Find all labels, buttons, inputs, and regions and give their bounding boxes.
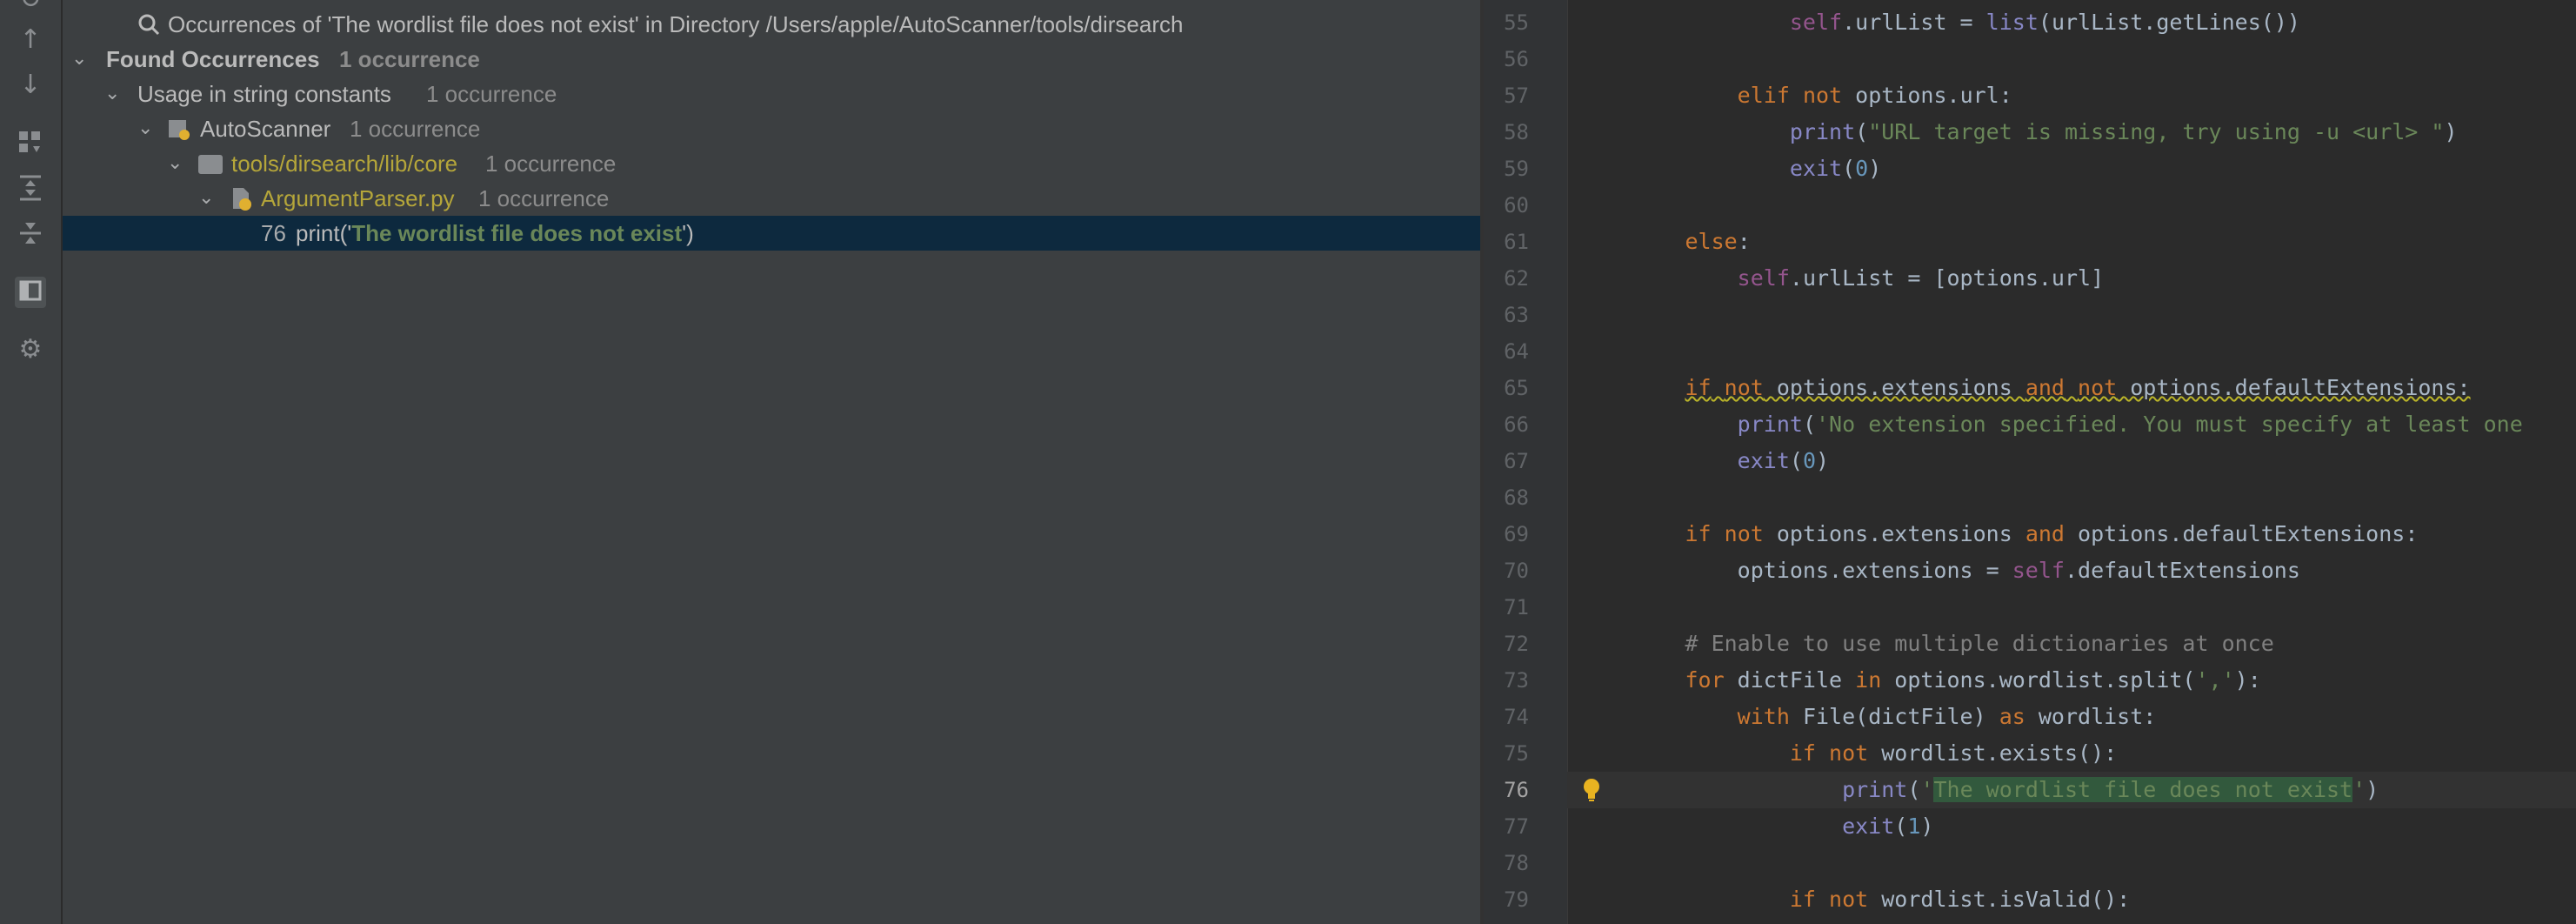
- query-row: Occurrences of 'The wordlist file does n…: [63, 7, 1480, 42]
- collapse-all-icon[interactable]: [15, 219, 46, 251]
- directory-count: 1 occurrence: [485, 151, 617, 177]
- result-suffix: '): [682, 220, 694, 246]
- preview-icon[interactable]: [15, 277, 46, 308]
- chevron-down-icon[interactable]: ⌄: [198, 181, 214, 216]
- line-number: 72: [1504, 632, 1529, 656]
- found-occurrences-node[interactable]: ⌄ Found Occurrences 1 occurrence: [63, 42, 1480, 77]
- project-node[interactable]: ⌄ AutoScanner 1 occurrence: [63, 111, 1480, 146]
- line-number: 60: [1504, 193, 1529, 218]
- line-number: 68: [1504, 485, 1529, 510]
- chevron-down-icon[interactable]: ⌄: [167, 146, 183, 181]
- directory-node[interactable]: ⌄ tools/dirsearch/lib/core 1 occurrence: [63, 146, 1480, 181]
- code-line[interactable]: if not wordlist.exists():: [1567, 735, 2576, 772]
- found-label: Found Occurrences: [106, 46, 320, 72]
- line-number: 58: [1504, 120, 1529, 144]
- file-node[interactable]: ⌄ ArgumentParser.py 1 occurrence: [63, 181, 1480, 216]
- directory-label: tools/dirsearch/lib/core: [231, 151, 458, 177]
- code-line[interactable]: print("URL target is missing, try using …: [1567, 114, 2576, 151]
- code-line[interactable]: [1567, 297, 2576, 333]
- code-line[interactable]: if not options.extensions and not option…: [1567, 370, 2576, 406]
- line-number: 75: [1504, 741, 1529, 766]
- line-gutter: 55 56 57 58 59 60 61 62 63 64 65 66 67 68 69 70 71 72 73 74…: [1484, 0, 1568, 924]
- code-line[interactable]: [1567, 845, 2576, 881]
- project-count: 1 occurrence: [350, 116, 481, 142]
- line-number: 64: [1504, 339, 1529, 364]
- code-line[interactable]: # Enable to use multiple dictionaries at…: [1567, 626, 2576, 662]
- line-number: 67: [1504, 449, 1529, 473]
- line-number: 76: [1504, 778, 1529, 802]
- up-arrow-icon[interactable]: ↑: [15, 24, 46, 56]
- code-line[interactable]: print('No extension specified. You must …: [1567, 406, 2576, 443]
- line-number: 55: [1504, 10, 1529, 35]
- line-number: 66: [1504, 412, 1529, 437]
- code-line[interactable]: exit(0): [1567, 151, 2576, 187]
- code-line[interactable]: with File(dictFile) as wordlist:: [1567, 699, 2576, 735]
- code-line[interactable]: [1567, 41, 2576, 77]
- line-number: 57: [1504, 84, 1529, 108]
- code-line[interactable]: else:: [1567, 224, 2576, 260]
- code-editor[interactable]: 55 56 57 58 59 60 61 62 63 64 65 66 67 68 69 70 71 72 73 74…: [1484, 0, 2576, 924]
- result-text: print('The wordlist file does not exist'…: [296, 216, 694, 251]
- line-number: 78: [1504, 851, 1529, 875]
- down-arrow-icon[interactable]: ↓: [15, 70, 46, 101]
- line-number: 74: [1504, 705, 1529, 729]
- settings-icon[interactable]: ⚙: [15, 334, 46, 365]
- find-toolbar: ↻ ↑ ↓ ⚙: [0, 0, 63, 924]
- result-match: The wordlist file does not exist: [351, 220, 683, 246]
- code-line[interactable]: if not wordlist.isValid():: [1567, 881, 2576, 918]
- found-count: 1 occurrence: [339, 46, 480, 72]
- group-label: Usage in string constants: [137, 81, 391, 107]
- code-line[interactable]: exit(1): [1567, 808, 2576, 845]
- result-row[interactable]: 76 print('The wordlist file does not exi…: [63, 216, 1480, 251]
- code-line[interactable]: if not options.extensions and options.de…: [1567, 516, 2576, 552]
- line-number: 56: [1504, 47, 1529, 71]
- file-label: ArgumentParser.py: [261, 185, 455, 211]
- code-line[interactable]: self.urlList = [options.url]: [1567, 260, 2576, 297]
- line-number: 69: [1504, 522, 1529, 546]
- result-prefix: print(': [296, 220, 352, 246]
- code-line[interactable]: [1567, 333, 2576, 370]
- line-number: 73: [1504, 668, 1529, 693]
- line-number: 62: [1504, 266, 1529, 291]
- line-number: 61: [1504, 230, 1529, 254]
- code-line[interactable]: for dictFile in options.wordlist.split('…: [1567, 662, 2576, 699]
- code-line[interactable]: [1567, 187, 2576, 224]
- line-number: 70: [1504, 559, 1529, 583]
- code-line[interactable]: [1567, 589, 2576, 626]
- file-count: 1 occurrence: [478, 185, 610, 211]
- line-number: 65: [1504, 376, 1529, 400]
- project-label: AutoScanner: [200, 116, 331, 142]
- line-number: 79: [1504, 887, 1529, 912]
- find-results-panel: Occurrences of 'The wordlist file does n…: [63, 0, 1480, 924]
- usage-group-node[interactable]: ⌄ Usage in string constants 1 occurrence: [63, 77, 1480, 111]
- code-line[interactable]: options.extensions = self.defaultExtensi…: [1567, 552, 2576, 589]
- code-line[interactable]: elif not options.url:: [1567, 77, 2576, 114]
- line-number: 77: [1504, 814, 1529, 839]
- code-line[interactable]: exit(0): [1567, 443, 2576, 479]
- line-number: 71: [1504, 595, 1529, 619]
- chevron-down-icon[interactable]: ⌄: [137, 111, 153, 146]
- chevron-down-icon[interactable]: ⌄: [104, 77, 120, 111]
- code-line[interactable]: print('The wordlist file does not exist'…: [1567, 772, 2576, 808]
- intention-bulb-icon[interactable]: [1581, 777, 1602, 803]
- rerun-icon[interactable]: ↻: [15, 0, 46, 16]
- group-by-icon[interactable]: [15, 129, 46, 160]
- chevron-down-icon[interactable]: ⌄: [71, 42, 87, 77]
- line-number: 59: [1504, 157, 1529, 181]
- query-text: Occurrences of 'The wordlist file does n…: [168, 11, 1184, 37]
- expand-all-icon[interactable]: [15, 174, 46, 205]
- line-number: 63: [1504, 303, 1529, 327]
- code-line[interactable]: self.urlList = list(urlList.getLines()): [1567, 4, 2576, 41]
- group-count: 1 occurrence: [426, 81, 557, 107]
- code-line[interactable]: [1567, 479, 2576, 516]
- folder-icon: [198, 146, 223, 181]
- result-line-number: 76: [261, 220, 286, 246]
